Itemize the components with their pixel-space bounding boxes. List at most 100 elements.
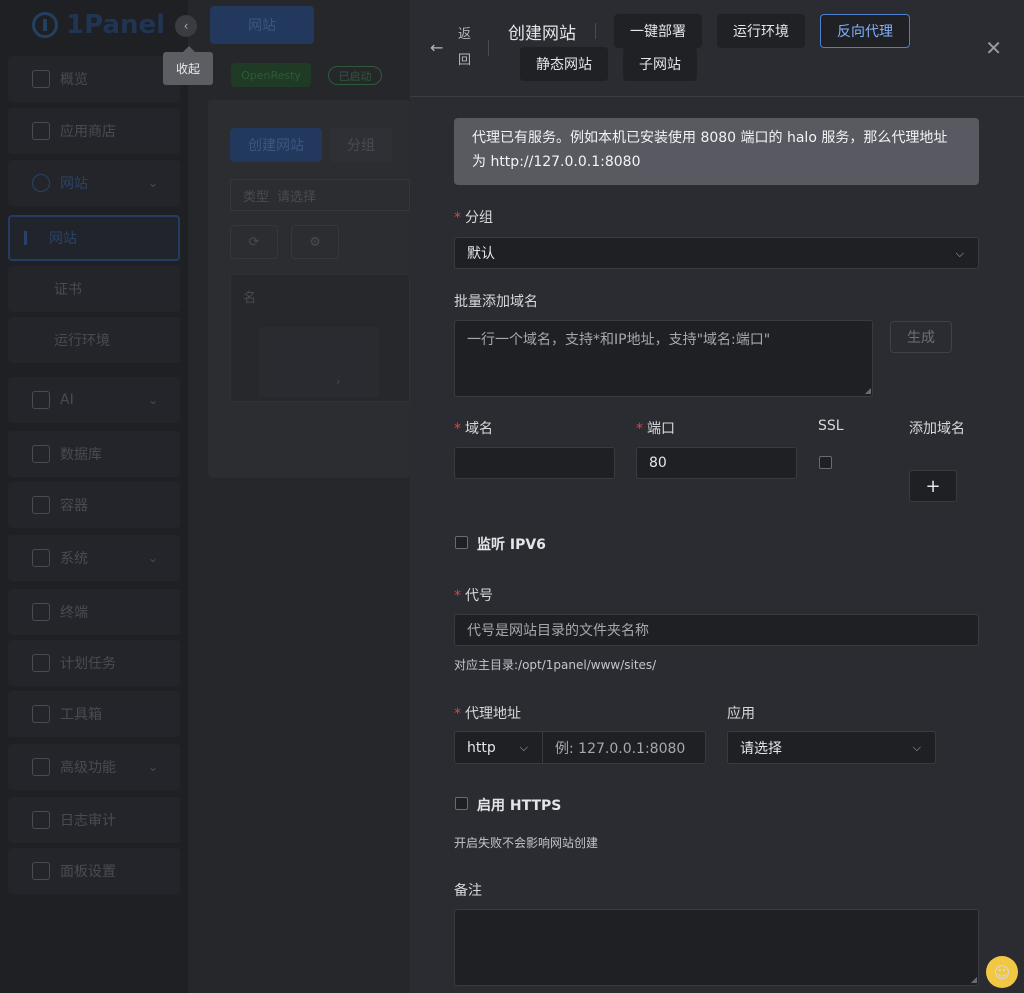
ipv6-checkbox[interactable]: [455, 536, 468, 549]
proxy-protocol-value: http: [467, 739, 496, 756]
required-mark: *: [454, 706, 461, 722]
resize-handle-icon[interactable]: ◢: [865, 386, 871, 395]
app-select-placeholder: 请选择: [740, 740, 782, 757]
group-select-value: 默认: [467, 246, 495, 262]
sidebar-item-certificate[interactable]: 证书: [8, 266, 180, 312]
active-indicator: [24, 231, 27, 245]
remark-label: 备注: [454, 883, 482, 899]
tab-runtime[interactable]: 运行环境: [717, 14, 805, 48]
domain-label-text: 域名: [465, 421, 493, 437]
tab-subsite[interactable]: 子网站: [623, 47, 697, 81]
filter-placeholder: 请选择: [277, 189, 317, 205]
title-divider: [595, 23, 596, 39]
sidebar-item-label: 运行环境: [54, 333, 110, 349]
app-select[interactable]: 请选择 ⌵: [727, 731, 936, 764]
add-domain-button[interactable]: +: [909, 470, 957, 502]
alias-label: * 代号: [454, 585, 493, 605]
required-mark: *: [454, 421, 461, 437]
proxy-protocol-select[interactable]: http ⌵: [454, 731, 543, 764]
sidebar-item-label: 计划任务: [60, 656, 116, 672]
docker-icon: [32, 496, 50, 514]
proxy-address-placeholder: 例: 127.0.0.1:8080: [555, 740, 686, 757]
sidebar-item-runtime[interactable]: 运行环境: [8, 317, 180, 363]
add-domain-label: 添加域名: [909, 421, 965, 437]
create-website-drawer: ← 返回 创建网站 一键部署 运行环境 反向代理 静态网站 子网站 ✕ 代理已有…: [410, 0, 1024, 993]
server-icon: [32, 549, 50, 567]
proxy-address-input[interactable]: 例: 127.0.0.1:8080: [542, 731, 706, 764]
tab-reverse-proxy[interactable]: 反向代理: [820, 14, 910, 48]
resize-handle-icon[interactable]: ◢: [971, 975, 977, 984]
sidebar-item-label: AI: [60, 392, 74, 408]
back-button[interactable]: 返回: [458, 22, 472, 74]
required-mark: *: [636, 421, 643, 437]
logo-icon: [32, 12, 58, 38]
port-label: * 端口: [636, 418, 675, 438]
sidebar-item-label: 系统: [60, 551, 88, 567]
sidebar-item-cron[interactable]: 计划任务: [8, 640, 180, 686]
sidebar-item-database[interactable]: 数据库: [8, 431, 180, 477]
chevron-down-icon: ⌄: [147, 551, 158, 565]
alias-hint: 对应主目录:/opt/1panel/www/sites/: [454, 658, 657, 672]
type-filter[interactable]: 类型 请选择: [230, 179, 410, 211]
calendar-icon: [32, 654, 50, 672]
sidebar-item-log-audit[interactable]: 日志审计: [8, 797, 180, 843]
close-icon[interactable]: ✕: [985, 36, 1002, 60]
sidebar-item-advanced[interactable]: 高级功能 ⌄: [8, 744, 180, 790]
sidebar-item-label: 数据库: [60, 447, 102, 463]
group-select[interactable]: 默认 ⌵: [454, 237, 979, 269]
sidebar-item-app-store[interactable]: 应用商店: [8, 108, 180, 154]
settings-button[interactable]: ⚙: [291, 225, 339, 259]
header-divider: [488, 40, 489, 56]
sidebar-item-website[interactable]: 网站: [8, 215, 180, 261]
sidebar-item-ai[interactable]: AI ⌄: [8, 377, 180, 423]
sidebar-item-system[interactable]: 系统 ⌄: [8, 535, 180, 581]
diamond-icon: [32, 758, 50, 776]
proxy-label: * 代理地址: [454, 703, 521, 723]
required-mark: *: [454, 588, 461, 604]
group-label-text: 分组: [465, 210, 493, 226]
collapse-sidebar-button[interactable]: ‹: [175, 15, 197, 37]
logo-text: 1Panel: [66, 10, 166, 40]
drawer-title: 创建网站: [508, 24, 576, 44]
sidebar-item-label: 日志审计: [60, 813, 116, 829]
batch-domain-textarea[interactable]: 一行一个域名，支持*和IP地址，支持"域名:端口" ◢: [454, 320, 873, 397]
create-website-button[interactable]: 创建网站: [230, 128, 322, 162]
group-label: * 分组: [454, 207, 493, 227]
sidebar-group-website[interactable]: 网站 ⌄: [8, 160, 180, 206]
remark-textarea[interactable]: ◢: [454, 909, 979, 986]
sidebar-item-container[interactable]: 容器: [8, 482, 180, 528]
ssl-checkbox[interactable]: [819, 456, 832, 469]
sidebar: 1Panel 概览 应用商店 网站 ⌄ 网站 证书 运行环境 AI ⌄ 数据库 …: [0, 0, 188, 993]
sidebar-item-label: 应用商店: [60, 124, 116, 140]
toolbox-icon: [32, 705, 50, 723]
website-tab-button[interactable]: 网站: [210, 6, 314, 44]
ipv6-label[interactable]: 监听 IPV6: [477, 534, 546, 554]
gear-icon: ⚙: [309, 234, 321, 250]
chevron-down-icon: ⌄: [147, 176, 158, 190]
sidebar-item-overview[interactable]: 概览: [8, 56, 180, 102]
assistant-avatar[interactable]: ☺: [986, 956, 1018, 988]
ssl-label: SSL: [818, 418, 844, 434]
group-button[interactable]: 分组: [330, 128, 392, 162]
chevron-down-icon: ⌄: [147, 760, 158, 774]
alias-input[interactable]: 代号是网站目录的文件夹名称: [454, 614, 979, 646]
chevron-down-icon: ⌵: [519, 741, 528, 754]
tab-one-click-deploy[interactable]: 一键部署: [614, 14, 702, 48]
https-checkbox[interactable]: [455, 797, 468, 810]
generate-button[interactable]: 生成: [890, 321, 952, 353]
refresh-button[interactable]: ⟳: [230, 225, 278, 259]
website-table: 名 ›: [230, 274, 410, 402]
sidebar-item-toolbox[interactable]: 工具箱: [8, 691, 180, 737]
domain-input[interactable]: [454, 447, 615, 479]
required-mark: *: [454, 210, 461, 226]
port-input[interactable]: 80: [636, 447, 797, 479]
https-label[interactable]: 启用 HTTPS: [477, 795, 561, 815]
alias-label-text: 代号: [465, 588, 493, 604]
tab-static-site[interactable]: 静态网站: [520, 47, 608, 81]
back-arrow-icon[interactable]: ←: [430, 38, 443, 57]
sidebar-item-terminal[interactable]: 终端: [8, 589, 180, 635]
sidebar-item-label: 工具箱: [60, 707, 102, 723]
app-label: 应用: [727, 706, 755, 722]
status-badge: 已启动: [328, 66, 382, 85]
sidebar-item-settings[interactable]: 面板设置: [8, 848, 180, 894]
